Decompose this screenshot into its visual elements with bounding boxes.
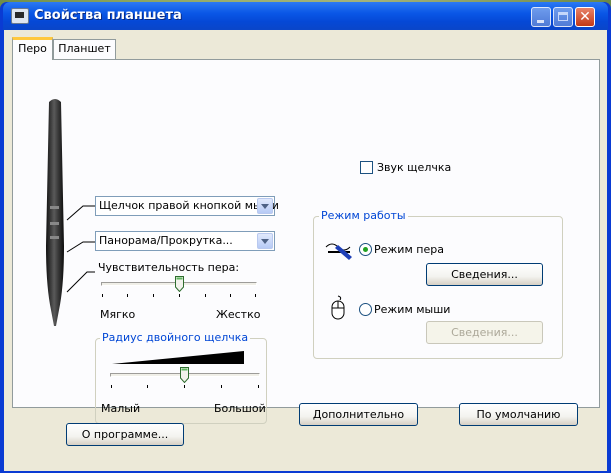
slider-thumb[interactable] <box>180 367 189 383</box>
maximize-icon <box>558 12 568 21</box>
upper-button-value: Щелчок правой кнопкой мыши <box>99 199 279 212</box>
tick <box>205 294 206 297</box>
pen-mode-radio[interactable]: Режим пера <box>359 243 449 259</box>
double-click-radius-slider[interactable] <box>108 367 262 397</box>
radio-selected-dot <box>363 247 368 252</box>
sensitivity-label: Чувствительность пера: <box>98 261 240 274</box>
tick <box>127 294 128 297</box>
tick <box>255 294 256 297</box>
tick <box>258 385 259 388</box>
lower-button-value: Панорама/Прокрутка... <box>99 234 233 247</box>
radius-max-label: Большой <box>214 402 266 415</box>
mouse-details-button[interactable]: Сведения... <box>426 321 543 344</box>
slider-thumb[interactable] <box>175 276 184 292</box>
minimize-button[interactable] <box>531 7 551 27</box>
sensitivity-min-label: Мягко <box>100 308 136 321</box>
pen-mode-label: Режим пера <box>374 243 444 256</box>
click-sound-label: Звук щелчка <box>377 161 452 174</box>
radio-circle[interactable] <box>359 243 372 256</box>
maximize-button[interactable] <box>553 7 573 27</box>
dialog-client-area: Перо Планшет Щелчок правой кнопкой мыши … <box>4 30 607 471</box>
tab-panel-pen: Щелчок правой кнопкой мыши Панорама/Прок… <box>12 59 600 426</box>
title-bar[interactable]: Свойства планшета ✕ <box>3 2 608 30</box>
tablet-app-icon <box>11 8 29 24</box>
sensitivity-max-label: Жестко <box>216 308 261 321</box>
pen-details-button[interactable]: Сведения... <box>426 263 543 286</box>
checkbox-box[interactable] <box>360 161 373 174</box>
click-sound-checkbox[interactable]: Звук щелчка <box>360 161 460 177</box>
pen-leader-lines <box>66 205 95 293</box>
mode-group-title: Режим работы <box>319 209 408 222</box>
mouse-icon <box>331 295 345 320</box>
tick <box>184 385 185 388</box>
chevron-down-icon[interactable] <box>257 233 273 249</box>
about-button[interactable]: О программе... <box>66 423 184 446</box>
radio-circle[interactable] <box>359 303 372 316</box>
radius-wedge-graphic <box>112 351 244 364</box>
close-icon: ✕ <box>579 9 591 25</box>
close-button[interactable]: ✕ <box>575 7 595 27</box>
radius-min-label: Малый <box>101 402 141 415</box>
chevron-down-icon[interactable] <box>257 198 273 214</box>
mode-group: Режим работы Режим пера Сведения... Режи… <box>313 209 563 359</box>
tick <box>111 385 112 388</box>
window: Свойства планшета ✕ Перо Планшет Щелчок … <box>0 2 611 473</box>
upper-button-dropdown[interactable]: Щелчок правой кнопкой мыши <box>95 196 279 216</box>
double-click-radius-title: Радиус двойного щелчка <box>100 331 251 344</box>
lower-button-dropdown[interactable]: Панорама/Прокрутка... <box>95 231 275 251</box>
mouse-mode-radio[interactable]: Режим мыши <box>359 303 459 319</box>
tab-tablet[interactable]: Планшет <box>53 39 116 59</box>
advanced-button[interactable]: Дополнительно <box>299 403 418 426</box>
sensitivity-slider[interactable] <box>99 276 259 312</box>
tick <box>102 294 103 297</box>
tab-tablet-label: Планшет <box>58 42 111 55</box>
tick <box>147 385 148 388</box>
tick <box>153 294 154 297</box>
pen-mode-icon <box>325 243 352 260</box>
window-title: Свойства планшета <box>34 8 182 23</box>
tick <box>179 294 180 297</box>
minimize-icon <box>537 20 544 23</box>
defaults-button[interactable]: По умолчанию <box>459 403 578 426</box>
tab-pen-label: Перо <box>18 42 47 55</box>
tick <box>221 385 222 388</box>
tick <box>230 294 231 297</box>
mouse-mode-label: Режим мыши <box>374 303 451 316</box>
tab-pen[interactable]: Перо <box>12 37 53 60</box>
